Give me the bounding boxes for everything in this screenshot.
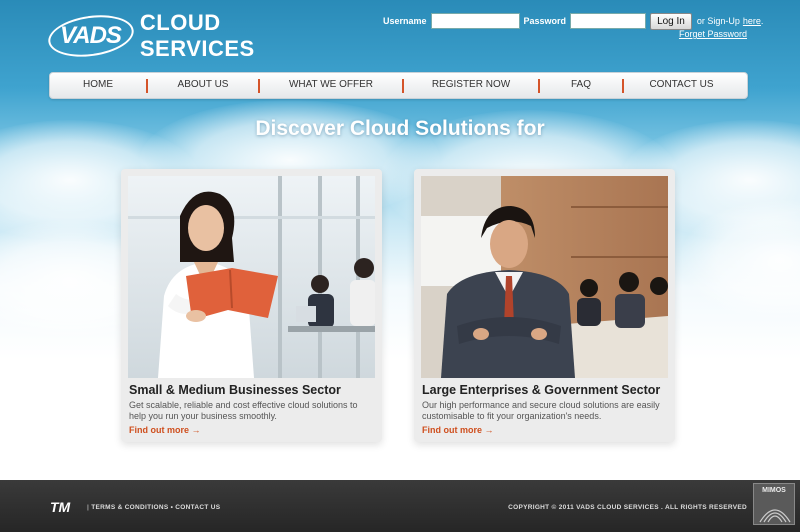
username-label: Username [383,16,427,26]
password-input[interactable] [570,13,647,29]
terms-conditions-link[interactable]: TERMS & CONDITIONS [91,504,168,511]
nav-home[interactable]: HOME [50,72,146,99]
nav-contact-us[interactable]: CONTACT US [624,72,739,99]
signup-suffix: . [760,16,764,26]
username-input[interactable] [430,13,520,29]
copyright-text: COPYRIGHT © 2011 VADS CLOUD SERVICES . A… [508,504,747,511]
signup-link[interactable]: here [743,16,761,26]
nav-what-we-offer[interactable]: WHAT WE OFFER [260,72,402,99]
mimos-logo[interactable]: MIMOS [753,483,795,525]
sky-background [0,0,800,400]
footer: TM | TERMS & CONDITIONS • CONTACT US COP… [0,480,800,532]
sme-card-description: Get scalable, reliable and cost effectiv… [129,400,358,421]
signup-prefix: or Sign-Up [696,16,740,26]
enterprise-card-description: Our high performance and secure cloud so… [422,400,660,421]
footer-separator: • [170,504,174,511]
enterprise-card[interactable]: Large Enterprises & Government Sector Ou… [414,169,675,442]
nav-faq[interactable]: FAQ [540,72,622,99]
cloud-services-title: CLOUD SERVICES [139,10,255,61]
main-nav: HOME ABOUT US WHAT WE OFFER REGISTER NOW… [49,72,748,99]
sme-find-out-more-link[interactable]: Find out more → [129,425,201,435]
footer-links: | TERMS & CONDITIONS • CONTACT US [87,504,221,511]
enterprise-card-title: Large Enterprises & Government Sector [422,383,661,397]
login-button[interactable]: Log In [650,12,692,30]
login-form: Username Password Log In or Sign-Up here… [383,12,763,30]
sme-card[interactable]: Small & Medium Businesses Sector Get sca… [121,169,382,442]
vads-logo-text: VADS [60,22,122,49]
nav-about-us[interactable]: ABOUT US [148,72,258,99]
page-headline: Discover Cloud Solutions for [255,117,545,140]
nav-register-now[interactable]: REGISTER NOW [404,72,538,99]
sme-photo [128,176,375,378]
sme-card-title: Small & Medium Businesses Sector [129,383,341,397]
forget-password-link[interactable]: Forget Password [679,29,747,39]
site-logo[interactable]: VADS CLOUD SERVICES [45,10,328,62]
enterprise-find-out-more-link[interactable]: Find out more → [422,425,494,435]
footer-contact-us-link[interactable]: CONTACT US [175,504,220,511]
tm-logo[interactable]: TM [50,499,70,515]
vads-logo-mark: VADS [45,10,137,62]
enterprise-photo [421,176,668,378]
password-label: Password [523,16,567,26]
